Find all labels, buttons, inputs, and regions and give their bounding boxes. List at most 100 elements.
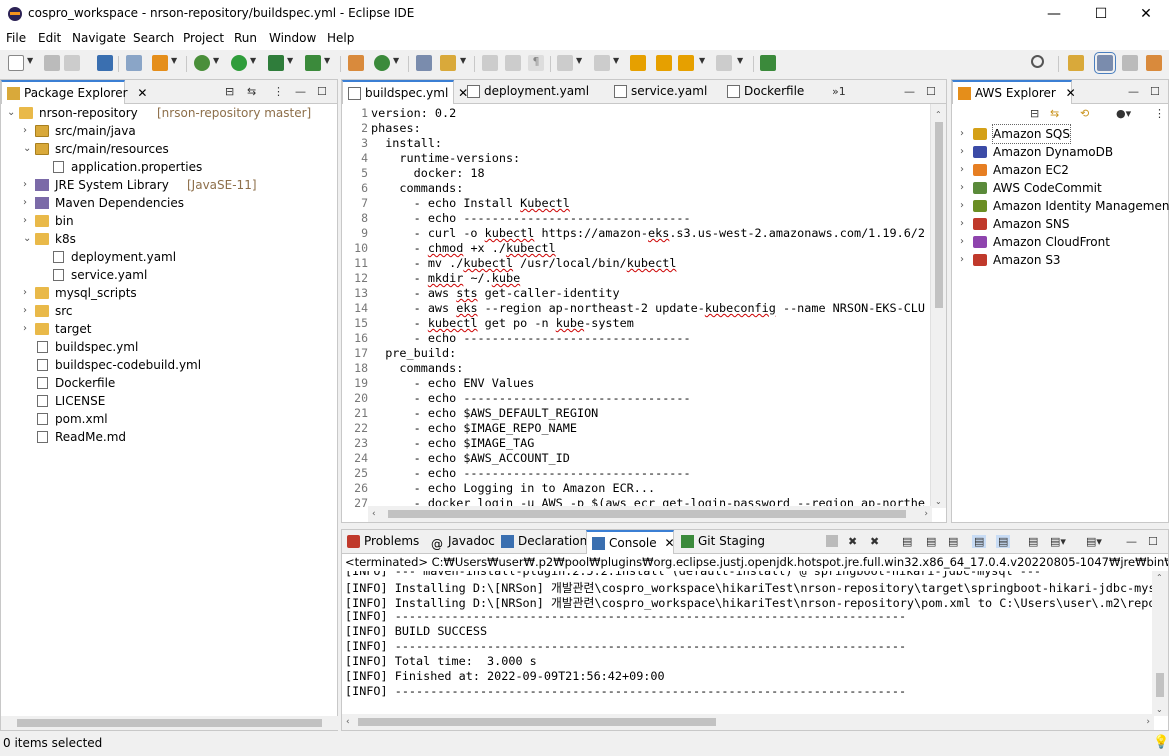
external-tools-icon[interactable] <box>305 55 321 71</box>
refresh-icon[interactable]: ⟲ <box>1080 107 1089 120</box>
code-line[interactable]: - echo -------------------------------- <box>371 466 691 480</box>
view-menu-icon[interactable]: ⋮ <box>273 85 284 98</box>
maximize-view-icon[interactable]: ☐ <box>1150 85 1160 98</box>
new-class-icon[interactable] <box>374 55 390 71</box>
menu-edit[interactable]: Edit <box>38 31 61 45</box>
last-edit-icon[interactable] <box>630 55 646 71</box>
code-line[interactable]: commands: <box>371 181 463 195</box>
minimize-view-icon[interactable]: — <box>1126 535 1137 548</box>
code-line[interactable]: - echo $AWS_ACCOUNT_ID <box>371 451 570 465</box>
chevron-right-icon[interactable]: › <box>23 320 33 338</box>
chevron-down-icon[interactable]: ⌄ <box>23 230 33 248</box>
show-on-stdout-icon[interactable]: ▤ <box>972 535 987 548</box>
tab-aws-explorer[interactable]: AWS Explorer ✕ <box>952 80 1076 104</box>
chevron-right-icon[interactable]: › <box>960 161 964 179</box>
aws-service-item[interactable]: › AWS CodeCommit <box>952 179 1168 197</box>
close-icon[interactable]: ✕ <box>137 86 147 100</box>
vertical-scrollbar[interactable]: ⌃ ⌄ <box>930 104 946 508</box>
tab-javadoc[interactable]: @ Javadoc <box>426 530 495 554</box>
code-line[interactable]: - echo -------------------------------- <box>371 331 691 345</box>
view-menu-icon[interactable]: ⋮ <box>1154 107 1165 120</box>
chevron-down-icon[interactable]: ▼ <box>27 56 33 65</box>
code-line[interactable]: - echo -------------------------------- <box>371 391 691 405</box>
code-line[interactable]: - kubectl get po -n kube-system <box>371 316 634 330</box>
aws-service-item[interactable]: › Amazon CloudFront <box>952 233 1168 251</box>
show-on-stderr-icon[interactable]: ▤ <box>996 535 1011 548</box>
word-wrap-icon[interactable]: ▤ <box>948 535 958 548</box>
maximize-button[interactable]: ☐ <box>1078 0 1124 28</box>
aws-service-item[interactable]: › Amazon SQS <box>952 124 1168 144</box>
vertical-scrollbar[interactable]: ⌃ ⌄ <box>1152 571 1168 716</box>
save-icon[interactable] <box>44 55 60 71</box>
tab-deployment-yaml[interactable]: deployment.yaml <box>462 80 589 104</box>
chevron-right-icon[interactable]: › <box>23 176 33 194</box>
forward-icon[interactable] <box>716 55 732 71</box>
tab-service-yaml[interactable]: service.yaml <box>609 80 707 104</box>
aws-service-item[interactable]: › Amazon S3 <box>952 251 1168 269</box>
close-button[interactable]: ✕ <box>1123 0 1169 28</box>
tab-buildspec[interactable]: buildspec.yml ✕ <box>342 80 468 104</box>
chevron-right-icon[interactable]: › <box>23 194 33 212</box>
terminal-icon[interactable] <box>97 55 113 71</box>
search-icon[interactable] <box>1031 55 1044 68</box>
tab-git-staging[interactable]: Git Staging <box>676 530 765 554</box>
code-line[interactable]: - echo -------------------------------- <box>371 211 691 225</box>
code-line[interactable]: version: 0.2 <box>371 106 456 120</box>
code-line[interactable]: - aws eks --region ap-northeast-2 update… <box>371 301 925 315</box>
horizontal-scrollbar[interactable] <box>1 716 339 730</box>
chevron-right-icon[interactable]: › <box>960 251 964 269</box>
link-editor-icon[interactable]: ⇆ <box>247 85 256 98</box>
new-package-icon[interactable] <box>348 55 364 71</box>
code-line[interactable]: runtime-versions: <box>371 151 520 165</box>
show-whitespace-icon[interactable]: ¶ <box>528 55 544 71</box>
aws-service-item[interactable]: › Amazon EC2 <box>952 161 1168 179</box>
next-annotation-icon[interactable] <box>557 55 573 71</box>
open-console-icon[interactable]: ▤▾ <box>1086 535 1102 548</box>
code-line[interactable]: docker: 18 <box>371 166 485 180</box>
pin-editor-icon[interactable] <box>760 55 776 71</box>
run-icon[interactable] <box>231 55 247 71</box>
maximize-view-icon[interactable]: ☐ <box>1148 535 1158 548</box>
horizontal-scrollbar[interactable]: ‹ › <box>342 714 1154 730</box>
chevron-right-icon[interactable]: › <box>960 179 964 197</box>
tab-dockerfile[interactable]: Dockerfile <box>722 80 804 104</box>
code-line[interactable]: commands: <box>371 361 463 375</box>
menu-run[interactable]: Run <box>234 31 257 45</box>
code-line[interactable]: - chmod +x ./kubectl <box>371 241 556 255</box>
code-line[interactable]: - echo Logging in to Amazon ECR... <box>371 481 655 495</box>
tab-overflow-button[interactable]: »1 <box>832 85 846 98</box>
scroll-lock-icon[interactable]: ▤ <box>926 535 936 548</box>
maven-icon[interactable] <box>152 55 168 71</box>
code-line[interactable]: - mkdir ~/.kube <box>371 271 521 285</box>
horizontal-scrollbar[interactable]: ‹ › <box>368 506 932 522</box>
chevron-right-icon[interactable]: › <box>23 302 33 320</box>
coverage-icon[interactable] <box>268 55 284 71</box>
tab-console[interactable]: Console ✕ <box>586 530 675 554</box>
menu-navigate[interactable]: Navigate <box>72 31 126 45</box>
collapse-all-icon[interactable]: ⊟ <box>1030 107 1039 120</box>
git-perspective-icon[interactable] <box>1122 55 1138 71</box>
collapse-all-icon[interactable]: ⊟ <box>225 85 234 98</box>
chevron-right-icon[interactable]: › <box>960 233 964 251</box>
tab-package-explorer[interactable]: Package Explorer ✕ <box>1 80 147 104</box>
toggle-mark-icon[interactable] <box>482 55 498 71</box>
aws-service-item[interactable]: › Amazon DynamoDB <box>952 143 1168 161</box>
minimize-view-icon[interactable]: — <box>295 85 306 98</box>
maximize-view-icon[interactable]: ☐ <box>926 85 936 98</box>
chevron-right-icon[interactable]: › <box>960 197 964 215</box>
menu-search[interactable]: Search <box>133 31 174 45</box>
aws-perspective-icon[interactable] <box>1146 55 1162 71</box>
chevron-right-icon[interactable]: › <box>23 212 33 230</box>
aws-service-item[interactable]: › Amazon Identity Management <box>952 197 1169 215</box>
open-perspective-icon[interactable] <box>1068 55 1084 71</box>
code-line[interactable]: - curl -o kubectl https://amazon-eks.s3.… <box>371 226 925 240</box>
back-icon[interactable] <box>678 55 694 71</box>
minimize-view-icon[interactable]: — <box>1128 85 1139 98</box>
remove-launch-icon[interactable]: ✖ <box>848 535 857 548</box>
save-all-icon[interactable] <box>64 55 80 71</box>
remove-all-icon[interactable]: ✖ <box>870 535 879 548</box>
chevron-right-icon[interactable]: › <box>960 125 964 143</box>
tab-declaration[interactable]: Declaration <box>496 530 587 554</box>
debug-icon[interactable] <box>194 55 210 71</box>
chevron-down-icon[interactable]: ⌄ <box>23 140 33 158</box>
